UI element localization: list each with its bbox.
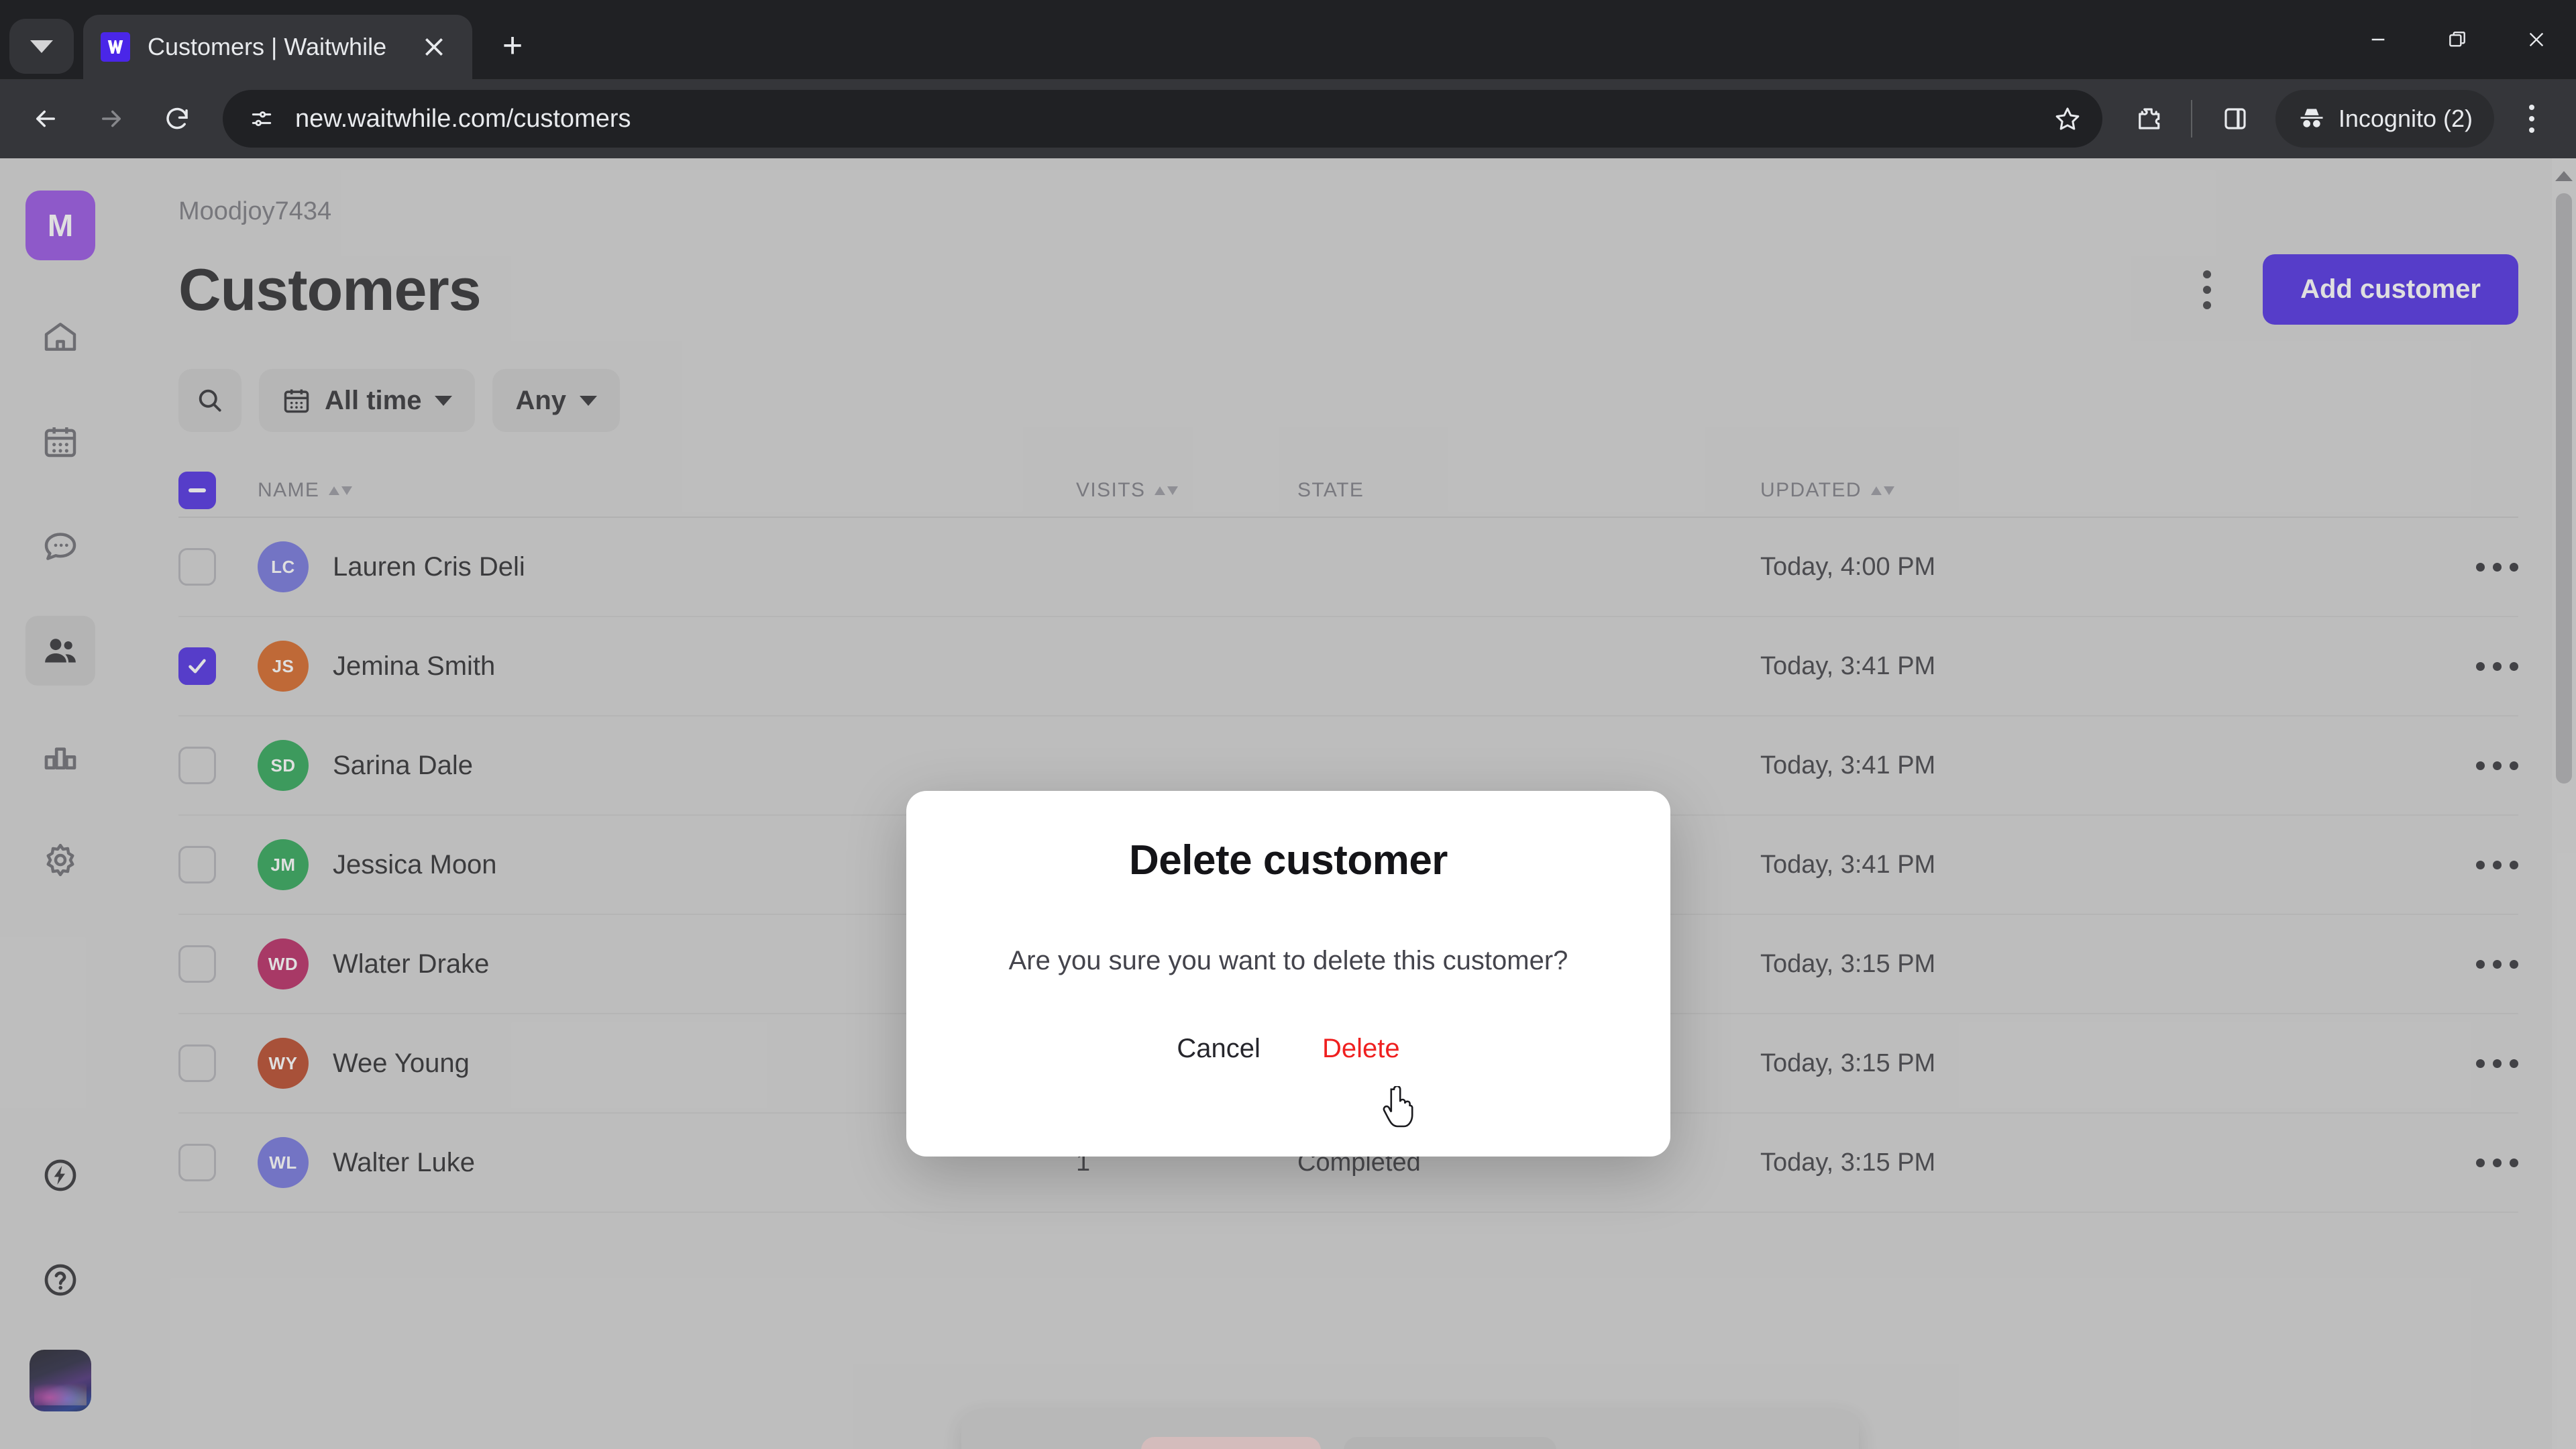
incognito-profile-button[interactable]: Incognito (2) <box>2275 90 2494 148</box>
dialog-delete-button[interactable]: Delete <box>1322 1034 1400 1064</box>
extensions-icon[interactable] <box>2117 88 2179 150</box>
tab-strip: Customers | Waitwhile + <box>0 0 2576 79</box>
browser-window: Customers | Waitwhile + new.waitwhile.co… <box>0 0 2576 1449</box>
chevron-down-icon <box>30 40 53 53</box>
maximize-restore-icon[interactable] <box>2418 0 2497 79</box>
close-window-icon[interactable] <box>2497 0 2576 79</box>
waitwhile-logo-icon <box>101 32 130 62</box>
tab-close-icon[interactable] <box>413 26 455 68</box>
bookmark-star-icon[interactable] <box>2042 93 2093 144</box>
side-panel-icon[interactable] <box>2204 88 2266 150</box>
site-settings-icon[interactable] <box>240 97 283 140</box>
dialog-actions: Cancel Delete <box>1177 1034 1399 1064</box>
incognito-label: Incognito (2) <box>2338 105 2473 132</box>
address-bar[interactable]: new.waitwhile.com/customers <box>223 90 2102 148</box>
dialog-title: Delete customer <box>1129 837 1448 883</box>
tab-title: Customers | Waitwhile <box>148 33 387 60</box>
browser-tab[interactable]: Customers | Waitwhile <box>83 15 472 79</box>
window-controls <box>2339 0 2576 79</box>
dialog-cancel-button[interactable]: Cancel <box>1177 1034 1260 1064</box>
mouse-cursor-pointer <box>1383 1086 1413 1128</box>
url-text: new.waitwhile.com/customers <box>295 104 631 133</box>
app-viewport: M Moodjoy7434 Customers Add customer All… <box>0 158 2576 1449</box>
reload-icon[interactable] <box>146 88 208 150</box>
dialog-message: Are you sure you want to delete this cus… <box>1008 946 1568 975</box>
toolbar-divider <box>2190 100 2192 138</box>
delete-customer-dialog: Delete customer Are you sure you want to… <box>906 791 1670 1157</box>
minimize-icon[interactable] <box>2339 0 2418 79</box>
browser-menu-icon[interactable] <box>2502 89 2561 148</box>
new-tab-button[interactable]: + <box>486 19 539 72</box>
incognito-icon <box>2300 109 2323 127</box>
browser-toolbar: new.waitwhile.com/customers Incognito (2… <box>0 79 2576 158</box>
tab-search-button[interactable] <box>9 19 74 74</box>
forward-icon[interactable] <box>80 88 142 150</box>
back-icon[interactable] <box>15 88 76 150</box>
